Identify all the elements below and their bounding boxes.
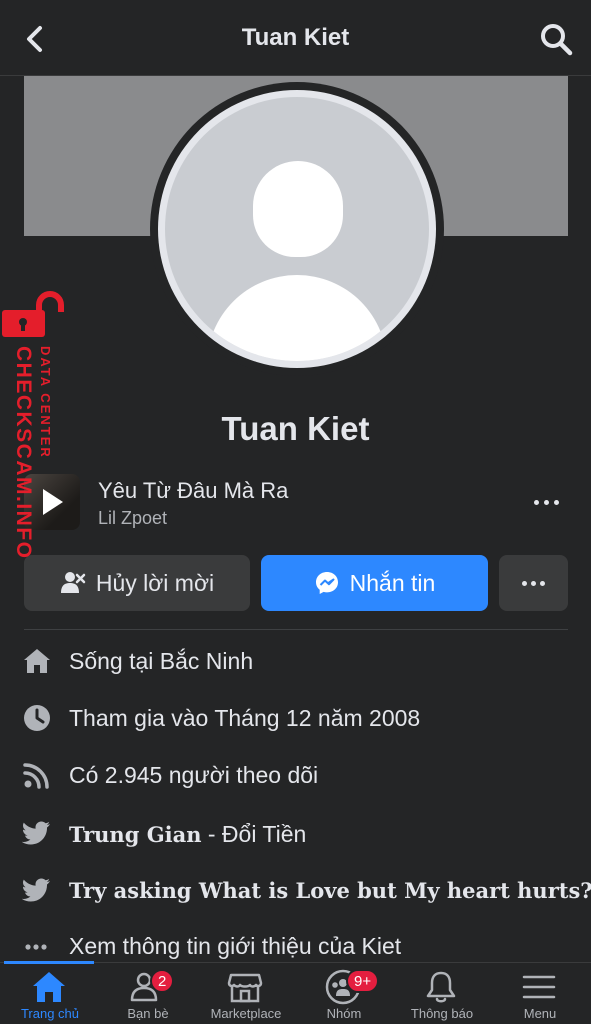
tab-home[interactable]: Trang chủ xyxy=(0,963,100,1024)
page-title: Tuan Kiet xyxy=(241,24,350,51)
tab-friends[interactable]: 2 Bạn bè xyxy=(98,963,198,1024)
info-twitter-2-text: Try asking What is Love but My heart hur… xyxy=(69,878,591,903)
info-see-about-text: Xem thông tin giới thiệu của Kiet xyxy=(69,933,402,959)
profile-actions: Hủy lời mời Nhắn tin xyxy=(24,555,568,611)
friends-badge: 2 xyxy=(150,969,175,993)
groups-badge: 9+ xyxy=(346,969,380,993)
menu-icon xyxy=(522,975,556,999)
info-twitter-2[interactable]: Try asking What is Love but My heart hur… xyxy=(22,870,591,910)
tab-menu-label: Menu xyxy=(523,1006,557,1021)
song-artist: Lil Zpoet xyxy=(98,508,168,528)
top-bar: Tuan Kiet xyxy=(0,0,591,76)
clock-icon xyxy=(24,705,50,731)
more-dots-icon xyxy=(25,944,47,950)
profile-picture[interactable] xyxy=(150,82,444,376)
tab-notifications[interactable]: Thông báo xyxy=(392,963,492,1024)
watermark-line1: DATA CENTER xyxy=(38,346,53,459)
more-actions-button[interactable] xyxy=(499,555,568,611)
tab-home-label: Trang chủ xyxy=(20,1006,80,1021)
tab-groups[interactable]: 9+ Nhóm xyxy=(294,963,394,1024)
tab-friends-label: Bạn bè xyxy=(127,1006,169,1021)
info-location: Sống tại Bắc Ninh xyxy=(22,642,582,682)
rss-icon xyxy=(23,763,49,789)
tab-notifications-label: Thông báo xyxy=(410,1006,474,1021)
more-dots-icon xyxy=(522,580,545,586)
info-see-about[interactable]: Xem thông tin giới thiệu của Kiet xyxy=(22,927,582,967)
info-location-text: Sống tại Bắc Ninh xyxy=(69,648,254,674)
default-avatar-icon xyxy=(165,97,429,361)
profile-music[interactable]: Yêu Từ Đâu Mà Ra Lil Zpoet xyxy=(24,474,568,532)
info-twitter-1-text: Trung Gian - Đổi Tiền xyxy=(69,821,306,848)
cancel-friend-request-label: Hủy lời mời xyxy=(95,569,215,596)
avatar-border xyxy=(158,90,436,368)
info-followers[interactable]: Có 2.945 người theo dõi xyxy=(22,756,582,796)
avatar-head-shape xyxy=(253,161,343,257)
song-title: Yêu Từ Đâu Mà Ra xyxy=(98,478,289,503)
lock-icon xyxy=(2,291,64,337)
message-label: Nhắn tin xyxy=(349,569,436,596)
bell-icon xyxy=(426,971,456,1003)
search-icon[interactable] xyxy=(539,22,573,56)
info-joined-text: Tham gia vào Tháng 12 năm 2008 xyxy=(69,705,421,731)
watermark: DATA CENTER CHECKSCAM.INFO xyxy=(2,290,66,580)
home-icon xyxy=(33,972,65,1002)
more-options-icon[interactable] xyxy=(534,490,564,514)
avatar-body-shape xyxy=(207,275,387,361)
profile-name: Tuan Kiet xyxy=(221,410,370,447)
twitter-icon xyxy=(22,821,50,845)
info-twitter-1-bold: Trung Gian xyxy=(69,822,202,847)
info-twitter-1[interactable]: Trung Gian - Đổi Tiền xyxy=(22,813,582,853)
info-followers-text: Có 2.945 người theo dõi xyxy=(69,762,319,788)
bottom-tab-bar: Trang chủ 2 Bạn bè Marketplace 9+ Nhóm T… xyxy=(0,961,591,1024)
info-twitter-1-rest: - Đổi Tiền xyxy=(201,821,307,847)
marketplace-icon xyxy=(227,973,263,1003)
message-button[interactable]: Nhắn tin xyxy=(261,555,488,611)
tab-marketplace-label: Marketplace xyxy=(210,1006,282,1021)
messenger-icon xyxy=(315,572,338,594)
tab-groups-label: Nhóm xyxy=(326,1006,362,1021)
info-joined: Tham gia vào Tháng 12 năm 2008 xyxy=(22,699,582,739)
tab-marketplace[interactable]: Marketplace xyxy=(196,963,296,1024)
home-icon xyxy=(24,649,50,673)
tab-menu[interactable]: Menu xyxy=(490,963,590,1024)
divider xyxy=(24,629,568,630)
twitter-icon xyxy=(22,878,50,902)
watermark-line2: CHECKSCAM.INFO xyxy=(12,346,35,560)
